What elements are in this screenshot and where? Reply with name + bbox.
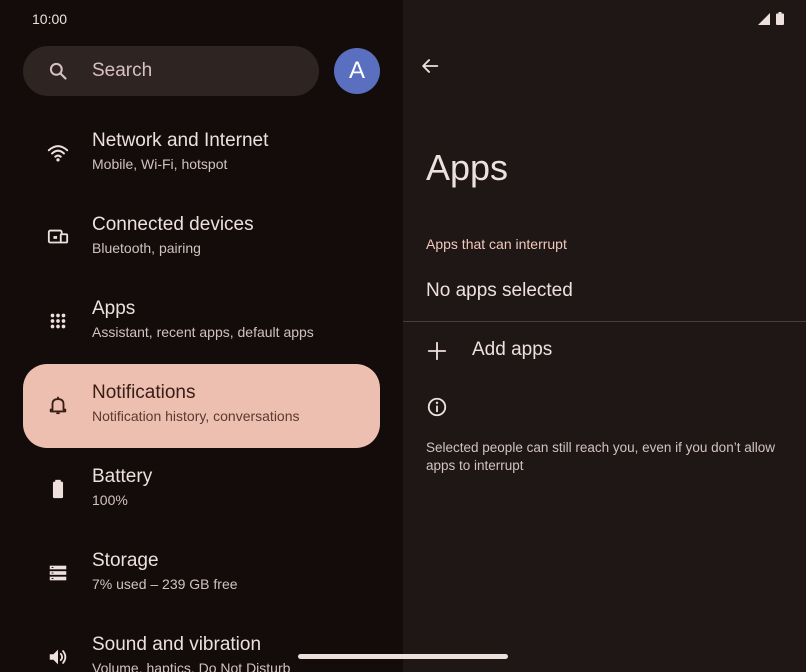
sidebar-item-title: Sound and vibration bbox=[92, 634, 262, 655]
add-apps-label: Add apps bbox=[472, 339, 553, 360]
page-title: Apps bbox=[426, 147, 509, 188]
storage-icon bbox=[47, 562, 69, 584]
sidebar-item-subtitle: Notification history, conversations bbox=[92, 408, 300, 424]
avatar-letter: A bbox=[348, 57, 365, 84]
signal-icon bbox=[758, 12, 770, 25]
sidebar-item-subtitle: Mobile, Wi-Fi, hotspot bbox=[92, 156, 228, 172]
plus-icon bbox=[426, 340, 448, 367]
search-bar[interactable]: Search bbox=[23, 46, 319, 96]
sidebar-item-title: Battery bbox=[92, 466, 153, 487]
search-placeholder: Search bbox=[92, 60, 153, 81]
sidebar-item-sound[interactable]: Sound and vibration Volume, haptics, Do … bbox=[23, 616, 380, 672]
sidebar-item-storage[interactable]: Storage 7% used – 239 GB free bbox=[23, 532, 380, 616]
sidebar-item-subtitle: Assistant, recent apps, default apps bbox=[92, 324, 314, 340]
sidebar-item-apps[interactable]: Apps Assistant, recent apps, default app… bbox=[23, 280, 380, 364]
battery-status-icon bbox=[776, 12, 784, 25]
section-label: Apps that can interrupt bbox=[426, 236, 567, 252]
settings-list-pane: 10:00 Search A Network and Internet Mobi… bbox=[0, 0, 403, 672]
battery-icon bbox=[47, 478, 69, 500]
sidebar-item-title: Apps bbox=[92, 298, 136, 319]
gesture-nav-handle[interactable] bbox=[298, 654, 508, 659]
wifi-icon bbox=[47, 142, 69, 164]
sidebar-item-network[interactable]: Network and Internet Mobile, Wi-Fi, hots… bbox=[23, 112, 380, 196]
sidebar-item-title: Storage bbox=[92, 550, 159, 571]
sidebar-item-subtitle: 7% used – 239 GB free bbox=[92, 576, 238, 592]
sidebar-item-subtitle: 100% bbox=[92, 492, 128, 508]
account-avatar[interactable]: A bbox=[334, 48, 380, 94]
empty-state-text: No apps selected bbox=[426, 280, 573, 301]
bell-icon bbox=[47, 394, 69, 416]
devices-icon bbox=[47, 226, 69, 248]
sidebar-item-title: Notifications bbox=[92, 382, 196, 403]
sidebar-item-title: Connected devices bbox=[92, 214, 254, 235]
status-time: 10:00 bbox=[32, 11, 68, 27]
status-icons bbox=[758, 12, 784, 25]
sidebar-item-connected-devices[interactable]: Connected devices Bluetooth, pairing bbox=[23, 196, 380, 280]
add-apps-button[interactable]: Add apps bbox=[403, 322, 806, 380]
back-arrow-icon bbox=[419, 59, 441, 81]
apps-grid-icon bbox=[47, 310, 69, 332]
search-icon bbox=[48, 61, 68, 86]
detail-pane: Apps Apps that can interrupt No apps sel… bbox=[403, 0, 806, 672]
back-button[interactable] bbox=[419, 55, 443, 79]
footer-note: Selected people can still reach you, eve… bbox=[426, 440, 775, 473]
sidebar-item-subtitle: Volume, haptics, Do Not Disturb bbox=[92, 660, 291, 672]
sidebar-item-battery[interactable]: Battery 100% bbox=[23, 448, 380, 532]
info-icon bbox=[426, 396, 448, 423]
sidebar-item-subtitle: Bluetooth, pairing bbox=[92, 240, 201, 256]
sidebar-item-title: Network and Internet bbox=[92, 130, 269, 151]
sidebar-item-notifications[interactable]: Notifications Notification history, conv… bbox=[23, 364, 380, 448]
volume-icon bbox=[47, 646, 69, 668]
